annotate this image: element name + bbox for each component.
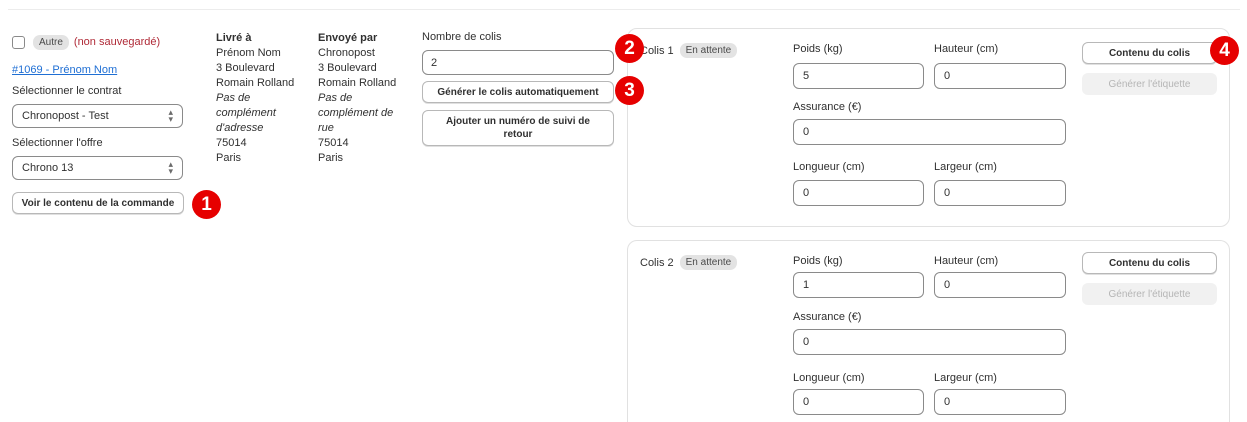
height-input[interactable]: 0 <box>934 272 1066 298</box>
order-type-badge: Autre <box>33 34 69 50</box>
height-label: Hauteur (cm) <box>934 43 999 55</box>
address-line: Chronopost <box>318 47 375 59</box>
select-chevron-icon: ▴ ▾ <box>168 107 173 124</box>
generate-label-button[interactable]: Générer l'étiquette <box>1082 283 1217 305</box>
weight-label: Poids (kg) <box>793 43 843 55</box>
address-line: rue <box>318 122 334 134</box>
height-input[interactable]: 0 <box>934 63 1066 89</box>
generate-packages-button[interactable]: Générer le colis automatiquement <box>422 81 614 103</box>
address-city: Paris <box>318 152 344 164</box>
package-card: Colis 2 En attente Poids (kg) 1 Hauteur … <box>627 240 1230 422</box>
delivered-to-address: Livré à Prénom Nom 3 Boulevard Romain Ro… <box>216 31 301 166</box>
add-return-tracking-button[interactable]: Ajouter un numéro de suivi de retour <box>422 110 614 146</box>
offer-value: Chrono 13 <box>22 162 74 174</box>
width-label: Largeur (cm) <box>934 161 997 173</box>
weight-input[interactable]: 1 <box>793 272 924 298</box>
length-input[interactable]: 0 <box>793 389 924 415</box>
offer-label: Sélectionner l'offre <box>12 137 103 149</box>
delivered-to-heading: Livré à <box>216 32 252 44</box>
address-line: complément <box>216 107 276 119</box>
width-input[interactable]: 0 <box>934 389 1066 415</box>
order-panel: Autre (non sauvegardé) #1069 - Prénom No… <box>12 34 197 214</box>
insurance-input[interactable]: 0 <box>793 119 1066 145</box>
annotation-badge-2: 2 <box>615 34 644 63</box>
order-checkbox[interactable] <box>12 35 25 49</box>
address-line: d'adresse <box>216 122 264 134</box>
address-postcode: 75014 <box>318 137 349 149</box>
length-label: Longueur (cm) <box>793 372 865 384</box>
address-line: complément de <box>318 107 394 119</box>
packages-count-panel: Nombre de colis 2 Générer le colis autom… <box>422 31 614 146</box>
address-line: Romain Rolland <box>318 77 397 89</box>
package-card: Colis 1 En attente Poids (kg) 5 Hauteur … <box>627 28 1230 227</box>
package-name: Colis 2 <box>640 256 674 269</box>
top-divider <box>8 9 1240 10</box>
address-line: 3 Boulevard <box>318 62 377 74</box>
view-order-content-button[interactable]: Voir le contenu de la commande <box>12 192 184 214</box>
contract-select[interactable]: Chronopost - Test ▴ ▾ <box>12 104 183 128</box>
package-title: Colis 1 En attente <box>640 43 738 58</box>
package-status-badge: En attente <box>679 255 738 270</box>
packages-count-label: Nombre de colis <box>422 31 502 43</box>
sent-by-heading: Envoyé par <box>318 32 378 44</box>
offer-select[interactable]: Chrono 13 ▴ ▾ <box>12 156 183 180</box>
weight-input[interactable]: 5 <box>793 63 924 89</box>
length-label: Longueur (cm) <box>793 161 865 173</box>
annotation-badge-1: 1 <box>192 190 221 219</box>
generate-label-button[interactable]: Générer l'étiquette <box>1082 73 1217 95</box>
package-content-button[interactable]: Contenu du colis <box>1082 252 1217 274</box>
contract-value: Chronopost - Test <box>22 110 109 122</box>
address-line: Romain Rolland <box>216 77 295 89</box>
annotation-badge-4: 4 <box>1210 36 1239 65</box>
contract-label: Sélectionner le contrat <box>12 85 122 97</box>
address-line: Prénom Nom <box>216 47 281 59</box>
annotation-badge-3: 3 <box>615 76 644 105</box>
insurance-input[interactable]: 0 <box>793 329 1066 355</box>
width-label: Largeur (cm) <box>934 372 997 384</box>
address-city: Paris <box>216 152 242 164</box>
width-input[interactable]: 0 <box>934 180 1066 206</box>
package-name: Colis 1 <box>640 44 674 57</box>
packages-count-input[interactable]: 2 <box>422 50 614 75</box>
length-input[interactable]: 0 <box>793 180 924 206</box>
order-link[interactable]: #1069 - Prénom Nom <box>12 64 197 76</box>
insurance-label: Assurance (€) <box>793 311 862 323</box>
package-status-badge: En attente <box>679 43 738 58</box>
package-content-button[interactable]: Contenu du colis <box>1082 42 1217 64</box>
select-chevron-icon: ▴ ▾ <box>168 159 173 176</box>
address-line: 3 Boulevard <box>216 62 275 74</box>
weight-label: Poids (kg) <box>793 255 843 267</box>
address-line: Pas de <box>216 92 251 104</box>
unsaved-status: (non sauvegardé) <box>73 36 161 48</box>
address-line: Pas de <box>318 92 353 104</box>
sent-by-address: Envoyé par Chronopost 3 Boulevard Romain… <box>318 31 408 166</box>
height-label: Hauteur (cm) <box>934 255 999 267</box>
package-title: Colis 2 En attente <box>640 255 738 270</box>
order-header: Autre (non sauvegardé) <box>12 34 197 50</box>
insurance-label: Assurance (€) <box>793 101 862 113</box>
address-postcode: 75014 <box>216 137 247 149</box>
